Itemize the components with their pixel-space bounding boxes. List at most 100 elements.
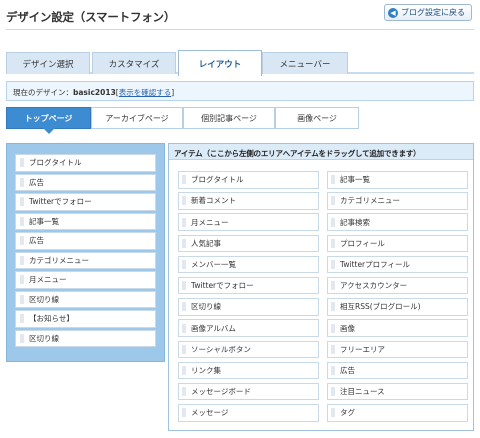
tab-layout[interactable]: レイアウト [178, 50, 262, 76]
link-bracket-close: ] [171, 88, 175, 97]
layout-item-label: Twitterでフォロー [29, 197, 92, 207]
drag-handle-icon[interactable] [182, 260, 186, 269]
available-item[interactable]: ブログタイトル [178, 171, 319, 189]
layout-item[interactable]: 【お知らせ】 [15, 310, 156, 328]
drag-handle-icon[interactable] [182, 238, 186, 248]
available-item[interactable]: 記事一覧 [327, 171, 468, 189]
available-item[interactable]: リンク集 [178, 361, 319, 380]
layout-item[interactable]: 広告 [15, 232, 156, 250]
drag-handle-icon[interactable] [331, 217, 335, 227]
layout-item-label: 区切り線 [29, 294, 59, 304]
layout-item-label: ブログタイトル [29, 158, 82, 168]
available-item[interactable]: 月メニュー [178, 213, 319, 231]
layout-item[interactable]: カテゴリメニュー [15, 251, 156, 269]
drag-handle-icon[interactable] [182, 281, 186, 291]
layout-item-label: 【お知らせ】 [29, 314, 74, 324]
available-item-label: 相互RSS(ブログロール) [340, 302, 421, 312]
back-to-blog-settings-button[interactable]: ◀ ブログ設定に戻る [384, 4, 472, 21]
available-item[interactable]: 注目ニュース [327, 382, 468, 401]
available-item[interactable]: 新着コメント [178, 192, 319, 210]
available-item[interactable]: フリーエリア [327, 340, 468, 358]
layout-item[interactable]: 広告 [15, 173, 156, 191]
layout-item[interactable]: 月メニュー [15, 271, 156, 289]
drag-handle-icon[interactable] [182, 302, 186, 312]
drag-handle-icon[interactable] [182, 323, 186, 333]
available-item[interactable]: 人気記事 [178, 234, 319, 253]
available-item[interactable]: メッセージボード [178, 382, 319, 401]
drag-handle-icon[interactable] [331, 302, 335, 312]
available-item-label: Twitterでフォロー [191, 281, 254, 291]
drag-handle-icon[interactable] [20, 294, 24, 304]
drag-handle-icon[interactable] [182, 217, 186, 227]
available-item-label: 記事検索 [340, 217, 370, 227]
available-item-label: フリーエリア [340, 344, 385, 354]
drag-handle-icon[interactable] [20, 236, 24, 246]
available-item[interactable]: プロフィール [327, 234, 468, 253]
drag-handle-icon[interactable] [331, 365, 335, 375]
layout-item[interactable]: Twitterでフォロー [15, 193, 156, 211]
tab-article-page[interactable]: 個別記事ページ [183, 107, 275, 129]
available-item-label: カテゴリメニュー [340, 196, 400, 206]
available-item[interactable]: Twitterプロフィール [327, 255, 468, 274]
tab-image-page[interactable]: 画像ページ [275, 107, 359, 129]
available-item-label: 記事一覧 [340, 175, 370, 185]
drag-handle-icon[interactable] [20, 197, 24, 207]
page-title: デザイン設定（スマートフォン） [6, 10, 176, 24]
available-item-label: 新着コメント [191, 196, 236, 206]
available-item-label: 区切り線 [191, 302, 221, 312]
drag-handle-icon[interactable] [331, 408, 335, 418]
layout-item[interactable]: 区切り線 [15, 329, 156, 347]
drag-handle-icon[interactable] [182, 175, 186, 185]
drag-handle-icon[interactable] [331, 323, 335, 333]
layout-item-label: 区切り線 [29, 333, 59, 343]
tab-menubar[interactable]: メニューバー [262, 52, 348, 74]
available-item-label: タグ [340, 408, 355, 418]
drag-handle-icon[interactable] [331, 175, 335, 185]
drag-handle-icon[interactable] [331, 260, 335, 269]
drag-handle-icon[interactable] [331, 387, 335, 397]
available-item[interactable]: 画像アルバム [178, 319, 319, 337]
layout-item-label: 広告 [29, 177, 44, 187]
drag-handle-icon[interactable] [331, 238, 335, 248]
available-item-label: 画像 [340, 323, 355, 333]
drag-handle-icon[interactable] [20, 275, 24, 285]
available-item[interactable]: アクセスカウンター [327, 276, 468, 295]
drag-handle-icon[interactable] [20, 255, 24, 265]
available-item[interactable]: 記事検索 [327, 213, 468, 231]
layout-item[interactable]: 区切り線 [15, 290, 156, 308]
drag-handle-icon[interactable] [182, 196, 186, 206]
available-item-label: プロフィール [340, 238, 385, 248]
drag-handle-icon[interactable] [20, 158, 24, 168]
available-item[interactable]: メッセージ [178, 404, 319, 422]
drag-handle-icon[interactable] [182, 408, 186, 418]
available-item[interactable]: カテゴリメニュー [327, 192, 468, 210]
tab-top-page[interactable]: トップページ [6, 107, 91, 134]
layout-item[interactable]: ブログタイトル [15, 154, 156, 172]
drag-handle-icon[interactable] [182, 387, 186, 397]
drag-handle-icon[interactable] [182, 365, 186, 375]
tab-archive-page[interactable]: アーカイブページ [91, 107, 183, 129]
drag-handle-icon[interactable] [331, 344, 335, 354]
available-item[interactable]: 区切り線 [178, 298, 319, 316]
available-item-label: 広告 [340, 365, 355, 375]
tab-customize[interactable]: カスタマイズ [92, 52, 176, 74]
drag-handle-icon[interactable] [182, 344, 186, 354]
drag-handle-icon[interactable] [331, 281, 335, 291]
drag-handle-icon[interactable] [331, 196, 335, 206]
available-item[interactable]: 広告 [327, 361, 468, 380]
layout-item[interactable]: 記事一覧 [15, 212, 156, 230]
tab-design-select[interactable]: デザイン選択 [6, 52, 90, 74]
available-item[interactable]: 相互RSS(ブログロール) [327, 298, 468, 316]
available-item-label: リンク集 [191, 365, 221, 375]
available-item[interactable]: 画像 [327, 319, 468, 337]
drag-handle-icon[interactable] [20, 333, 24, 343]
available-item[interactable]: ソーシャルボタン [178, 340, 319, 358]
available-item[interactable]: タグ [327, 404, 468, 422]
available-item[interactable]: Twitterでフォロー [178, 276, 319, 295]
view-design-link[interactable]: 表示を確認する [119, 88, 172, 97]
available-item[interactable]: メンバー一覧 [178, 255, 319, 274]
layout-item-label: カテゴリメニュー [29, 255, 89, 265]
drag-handle-icon[interactable] [20, 216, 24, 226]
drag-handle-icon[interactable] [20, 177, 24, 187]
drag-handle-icon[interactable] [20, 314, 24, 324]
